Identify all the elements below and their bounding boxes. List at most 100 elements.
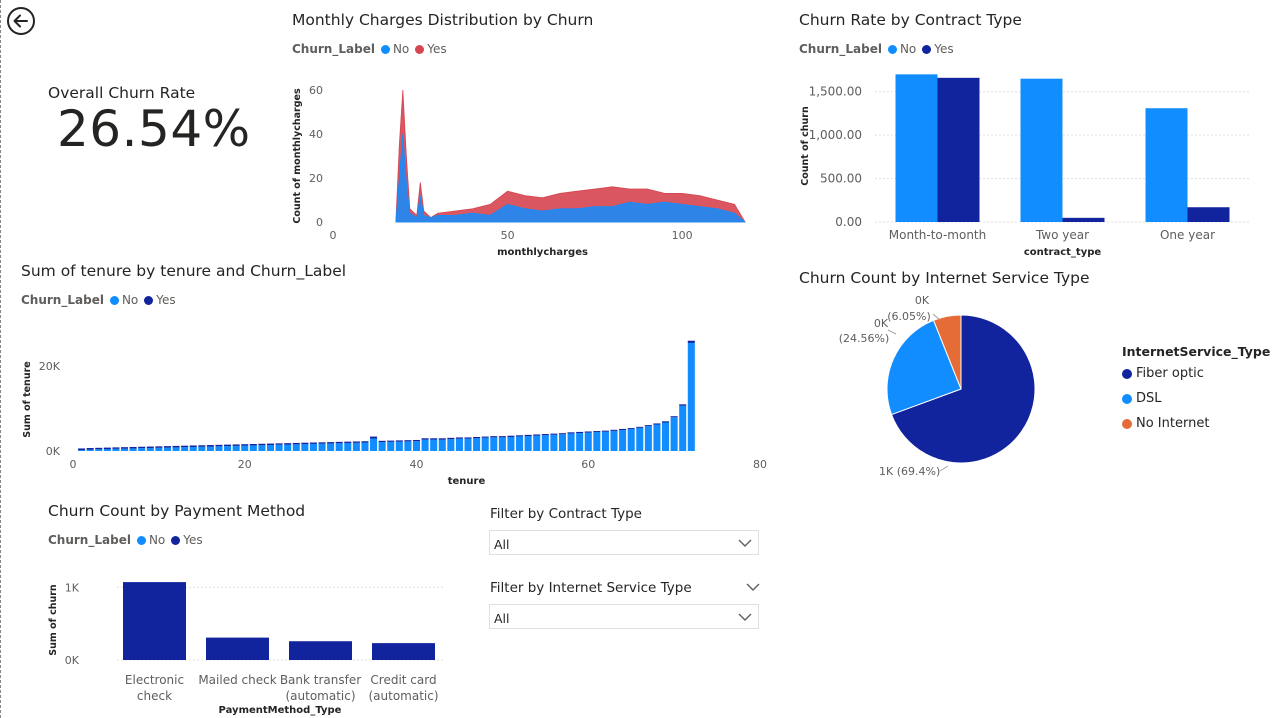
- bar-yes: [266, 443, 275, 445]
- bar-no: [189, 446, 197, 451]
- contract-slicer-dropdown[interactable]: All: [489, 530, 759, 555]
- bar-yes: [1187, 207, 1230, 222]
- back-arrow-icon[interactable]: [6, 6, 36, 36]
- bar-no: [619, 430, 627, 451]
- bar-yes: [146, 446, 154, 448]
- legend-label-no-internet: No Internet: [1136, 416, 1210, 431]
- bar-yes: [464, 437, 472, 439]
- legend-label-no: No: [121, 293, 139, 307]
- bar-yes: [387, 440, 395, 442]
- bar-no: [258, 445, 266, 451]
- y-tick-label: 1,000.00: [809, 128, 862, 142]
- bar-no: [550, 434, 558, 451]
- bar-yes: [129, 446, 137, 449]
- bar-yes: [112, 447, 120, 449]
- bar-yes: [404, 440, 412, 442]
- contract-legend: Churn_Label No Yes: [799, 42, 960, 56]
- bar-yes: [172, 445, 180, 448]
- tenure-legend: Churn_Label No Yes: [21, 293, 182, 307]
- bar-yes: [206, 445, 214, 447]
- legend-item-yes[interactable]: Yes: [415, 42, 447, 56]
- pie-legend-item-dsl[interactable]: DSL: [1122, 391, 1162, 406]
- y-tick-label: 20: [309, 172, 323, 185]
- legend-item-yes[interactable]: Yes: [922, 42, 954, 56]
- bar-no: [249, 445, 257, 451]
- contract-slicer-title: Filter by Contract Type: [490, 506, 642, 522]
- internet-pie-chart: 1K (69.4%)0K(24.56%)0K(6.05%): [839, 294, 1036, 478]
- bar-yes: [78, 448, 86, 450]
- bar-yes: [524, 434, 532, 437]
- legend-item-no[interactable]: No: [380, 42, 409, 56]
- bar-yes: [438, 438, 446, 440]
- bar-no: [266, 444, 275, 451]
- bar-yes: [593, 431, 601, 433]
- bar-no: [593, 432, 601, 451]
- bar-no: [301, 444, 309, 451]
- y-axis-label: Count of churn: [800, 106, 811, 186]
- bar-yes: [937, 77, 980, 222]
- x-axis-label: PaymentMethod_Type: [219, 705, 342, 716]
- pie-legend-title: InternetService_Type: [1122, 344, 1271, 359]
- x-tick-label: 80: [753, 458, 767, 471]
- bar-no: [404, 441, 412, 451]
- legend-item-yes[interactable]: Yes: [171, 533, 203, 547]
- legend-label-yes: Yes: [934, 42, 954, 56]
- bar-no: [395, 441, 403, 451]
- bar-yes: [601, 430, 609, 432]
- legend-item-no[interactable]: No: [109, 293, 139, 307]
- bar-no: [86, 449, 94, 451]
- bar-yes: [481, 436, 489, 438]
- y-tick-label: 20K: [39, 360, 61, 373]
- internet-slicer-value: All: [494, 611, 510, 626]
- bar-yes: [301, 442, 309, 445]
- bar-yes: [687, 340, 695, 343]
- monthly-legend: Churn_Label No Yes: [292, 42, 453, 56]
- bar-no: [430, 439, 438, 451]
- bar-no: [524, 436, 532, 451]
- y-tick-label: 0: [316, 216, 323, 229]
- x-tick-label: Two year: [1035, 228, 1089, 242]
- bar-yes: [163, 446, 171, 448]
- chevron-down-icon[interactable]: [746, 582, 760, 592]
- x-axis-label: monthlycharges: [497, 247, 588, 258]
- bar-yes: [430, 438, 438, 440]
- bar-yes: [86, 448, 94, 450]
- kpi-value: 26.54%: [57, 100, 251, 158]
- bar-no: [112, 448, 120, 451]
- legend-label-yes: Yes: [427, 42, 447, 56]
- bar-no: [146, 447, 154, 451]
- bar-no: [361, 442, 369, 451]
- bar-yes: [318, 442, 326, 444]
- bar-no: [198, 446, 206, 451]
- pie-legend-item-no-internet[interactable]: No Internet: [1122, 416, 1209, 431]
- bar-no: [464, 438, 472, 451]
- bar-yes: [679, 404, 687, 406]
- bar-no: [318, 443, 326, 451]
- payment-chart-title: Churn Count by Payment Method: [48, 502, 306, 520]
- bar-no: [284, 444, 292, 451]
- legend-item-no[interactable]: No: [887, 42, 916, 56]
- bar-yes: [327, 442, 335, 444]
- contract-slicer-value: All: [494, 537, 510, 552]
- bar-no: [292, 444, 300, 451]
- bar-no: [576, 433, 584, 451]
- legend-dot-yes: [415, 44, 425, 54]
- bar-no: [129, 448, 137, 451]
- legend-dot-no: [887, 44, 897, 54]
- legend-dot-dsl: [1122, 393, 1132, 404]
- legend-dot-yes: [144, 295, 154, 305]
- legend-item-no[interactable]: No: [136, 533, 165, 547]
- histogram-series-yes: [395, 89, 746, 223]
- legend-item-yes[interactable]: Yes: [144, 293, 176, 307]
- internet-slicer-dropdown[interactable]: All: [489, 604, 759, 629]
- bar-no: [138, 448, 146, 451]
- bar-no: [567, 433, 575, 451]
- bar-yes: [123, 582, 186, 660]
- pie-legend-item-fiber[interactable]: Fiber optic: [1122, 366, 1204, 381]
- bar-yes: [198, 445, 206, 447]
- bar-yes: [627, 428, 635, 430]
- bar-yes: [412, 439, 421, 442]
- histogram-series-no: [395, 133, 747, 223]
- bar-yes: [490, 436, 498, 438]
- legend-dot-no: [136, 535, 146, 545]
